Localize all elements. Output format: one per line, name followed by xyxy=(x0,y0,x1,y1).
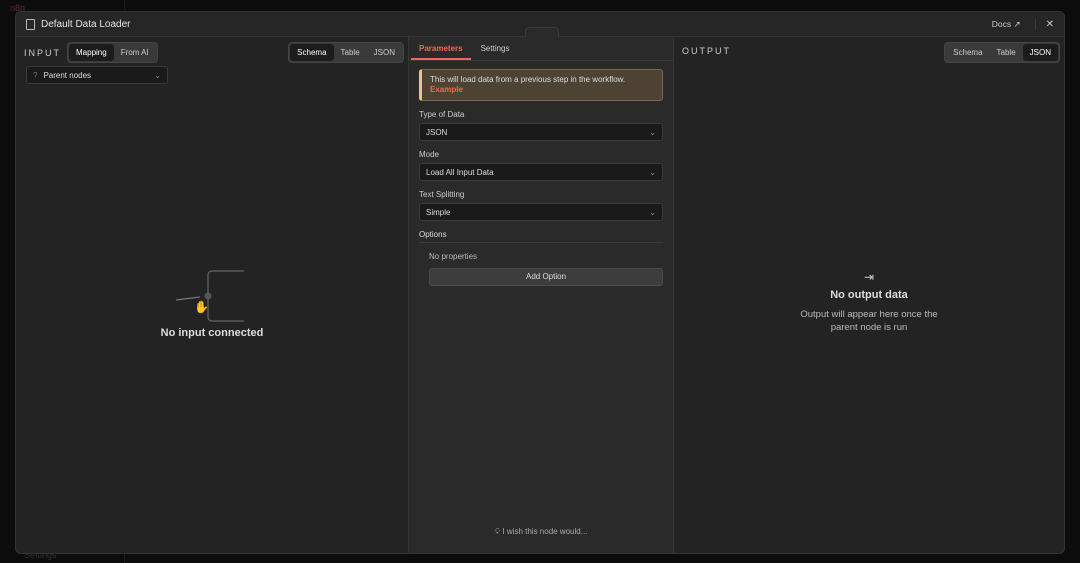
docs-label: Docs xyxy=(991,18,1012,29)
select-value: Load All Input Data xyxy=(426,167,494,177)
view-table[interactable]: Table xyxy=(334,44,367,61)
parent-nodes-label: Parent nodes xyxy=(43,70,92,80)
no-output-title: No output data xyxy=(830,289,908,301)
chevron-down-icon: ⌄ xyxy=(649,127,656,137)
docs-link[interactable]: Docs ↗ xyxy=(992,19,1021,30)
field-label: Text Splitting xyxy=(419,190,465,199)
notice-text: This will load data from a previous step… xyxy=(430,75,626,84)
parent-nodes-select[interactable]: ? Parent nodes ⌄ xyxy=(26,66,168,84)
mode-mapping[interactable]: Mapping xyxy=(69,44,114,61)
notice-box: This will load data from a previous step… xyxy=(419,69,663,101)
external-link-icon: ↗ xyxy=(1013,18,1021,29)
chevron-down-icon: ⌄ xyxy=(649,167,656,177)
view-table[interactable]: Table xyxy=(990,44,1023,61)
add-option-button[interactable]: Add Option xyxy=(429,268,663,286)
output-panel: OUTPUT Schema Table JSON ⇥ No output dat… xyxy=(674,37,1064,553)
no-output-text: Output will appear here once the parent … xyxy=(800,309,938,333)
input-panel: INPUT Mapping From AI Schema Table JSON … xyxy=(16,37,408,553)
tab-settings[interactable]: Settings xyxy=(471,37,520,60)
output-view-toggle: Schema Table JSON xyxy=(944,42,1060,63)
lightbulb-icon: 💡︎ xyxy=(494,527,501,536)
type-of-data-select[interactable]: JSON ⌄ xyxy=(419,123,663,141)
options-label: Options xyxy=(419,230,663,243)
select-value: Simple xyxy=(426,207,451,217)
drag-handle[interactable] xyxy=(525,27,559,37)
view-json[interactable]: JSON xyxy=(367,44,402,61)
svg-text:✋: ✋ xyxy=(194,300,209,314)
view-json[interactable]: JSON xyxy=(1022,44,1058,61)
chevron-down-icon: ⌄ xyxy=(154,70,161,80)
param-tabs: Parameters Settings xyxy=(409,37,673,61)
tab-parameters[interactable]: Parameters xyxy=(411,37,471,60)
select-value: JSON xyxy=(426,127,448,137)
modal-title: Default Data Loader xyxy=(41,18,131,30)
field-label: Type of Data xyxy=(419,110,465,119)
view-schema[interactable]: Schema xyxy=(290,44,334,61)
mode-from-ai[interactable]: From AI xyxy=(114,44,156,61)
input-label: INPUT xyxy=(24,47,61,58)
text-splitting-select[interactable]: Simple ⌄ xyxy=(419,203,663,221)
input-mode-toggle: Mapping From AI xyxy=(67,42,158,63)
question-icon: ? xyxy=(33,70,38,80)
feedback-link[interactable]: 💡︎ I wish this node would... xyxy=(409,527,673,537)
field-label: Mode xyxy=(419,150,440,159)
feedback-text: I wish this node would... xyxy=(502,527,588,536)
output-arrow-icon: ⇥ xyxy=(863,270,875,284)
no-input-text: No input connected xyxy=(160,327,264,339)
close-icon[interactable]: ✕ xyxy=(1034,18,1054,30)
view-schema[interactable]: Schema xyxy=(946,44,989,61)
no-properties-text: No properties xyxy=(429,252,478,261)
notice-example-link[interactable]: Example xyxy=(430,85,654,95)
output-label: OUTPUT xyxy=(682,46,731,56)
node-icon xyxy=(26,18,35,30)
chevron-down-icon: ⌄ xyxy=(649,207,656,217)
node-connector-illustration: ✋ xyxy=(175,270,244,322)
parameters-panel: Parameters Settings This will load data … xyxy=(408,27,674,553)
input-view-toggle: Schema Table JSON xyxy=(288,42,404,63)
node-modal: Default Data Loader Docs ↗ ✕ INPUT Mappi… xyxy=(15,11,1065,554)
mode-select[interactable]: Load All Input Data ⌄ xyxy=(419,163,663,181)
